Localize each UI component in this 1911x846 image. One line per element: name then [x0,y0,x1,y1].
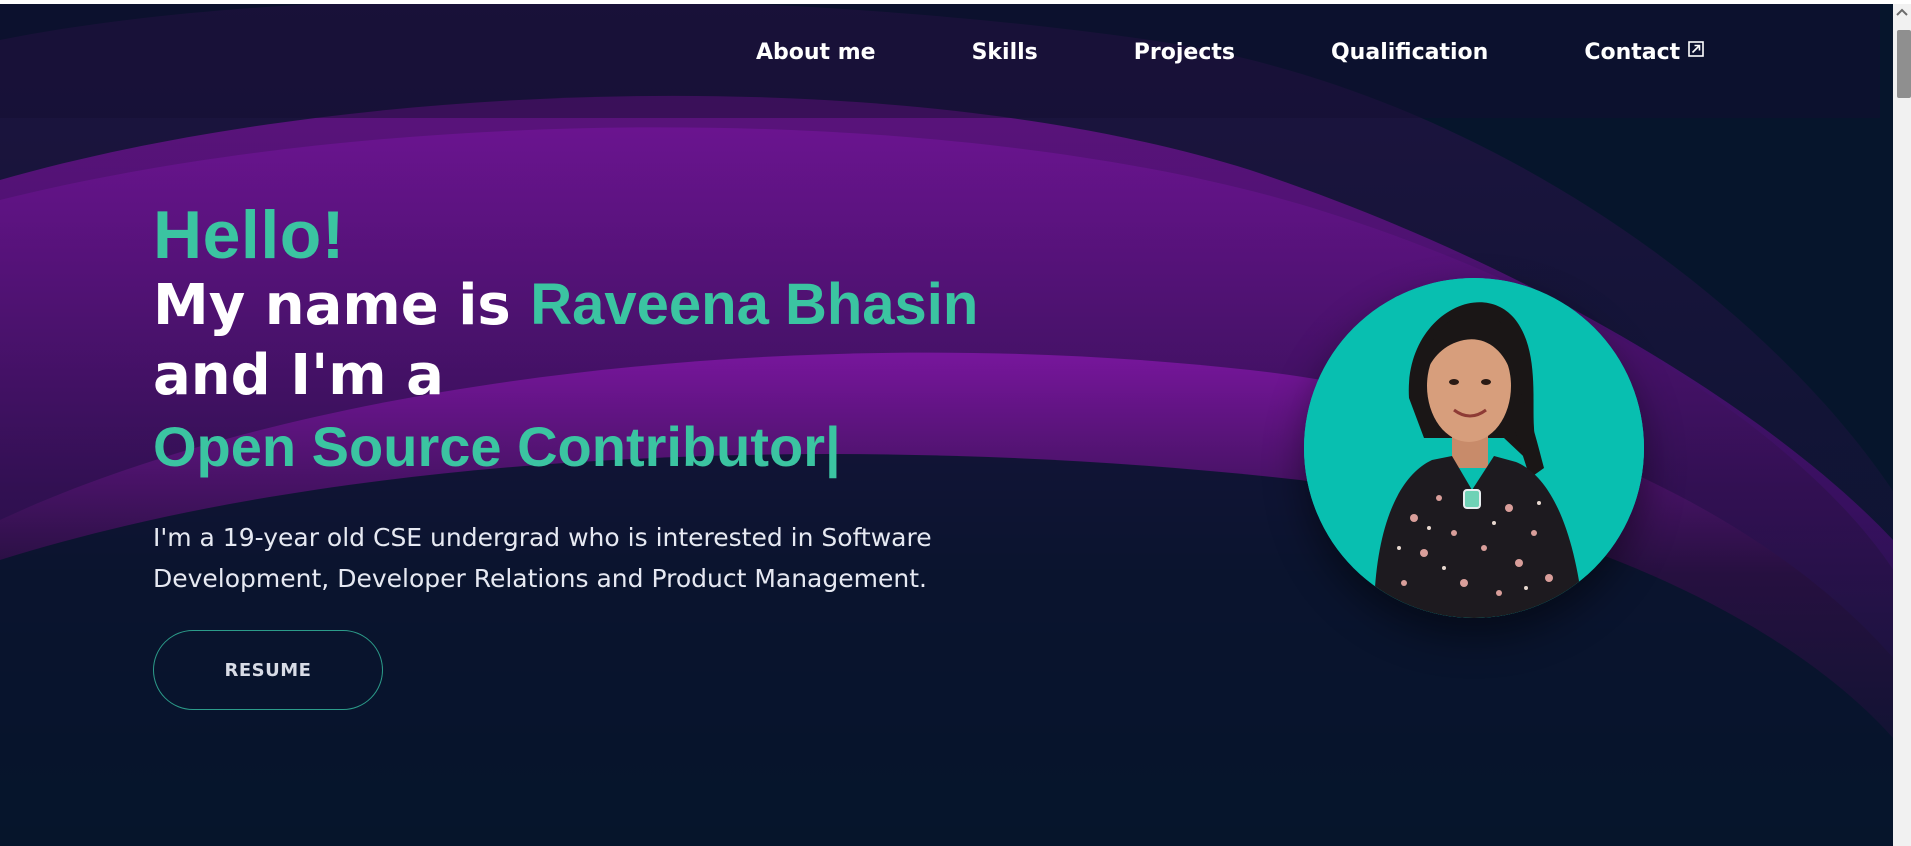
greeting-heading: Hello! [153,197,345,273]
nav-skills-label: Skills [971,40,1038,65]
role-text: Open Source Contributor [153,415,825,478]
main-nav: About me Skills Projects Qualification C… [756,40,1704,65]
name-line: My name is Raveena Bhasin [153,270,1033,341]
nav-contact-label: Contact [1584,40,1681,65]
external-link-icon [1688,40,1704,57]
resume-button[interactable]: RESUME [153,630,383,710]
person-name: Raveena Bhasin [530,272,979,337]
role-prefix: and I'm a [153,343,444,408]
nav-about-me-label: About me [756,40,876,65]
intro-text: I'm a 19-year old CSE undergrad who is i… [153,523,932,593]
profile-photo [1304,278,1644,618]
nav-contact[interactable]: Contact [1584,40,1704,65]
scroll-up-arrow-icon[interactable] [1893,4,1911,22]
typing-cursor: | [825,415,841,478]
nav-qualification-label: Qualification [1330,40,1489,65]
role-line: Open Source Contributor| [153,411,1033,483]
name-prefix: My name is [153,273,531,338]
nav-about-me[interactable]: About me [756,40,876,65]
nav-projects[interactable]: Projects [1134,40,1235,65]
nav-projects-label: Projects [1133,40,1235,65]
hero-section: Hello! My name is Raveena Bhasin and I'm… [153,200,1033,599]
profile-avatar [1304,278,1644,618]
scrollbar-thumb[interactable] [1897,30,1911,98]
nav-qualification[interactable]: Qualification [1331,40,1488,65]
page-scrollbar[interactable] [1893,4,1911,846]
nav-skills[interactable]: Skills [972,40,1038,65]
top-edge [0,0,1911,4]
